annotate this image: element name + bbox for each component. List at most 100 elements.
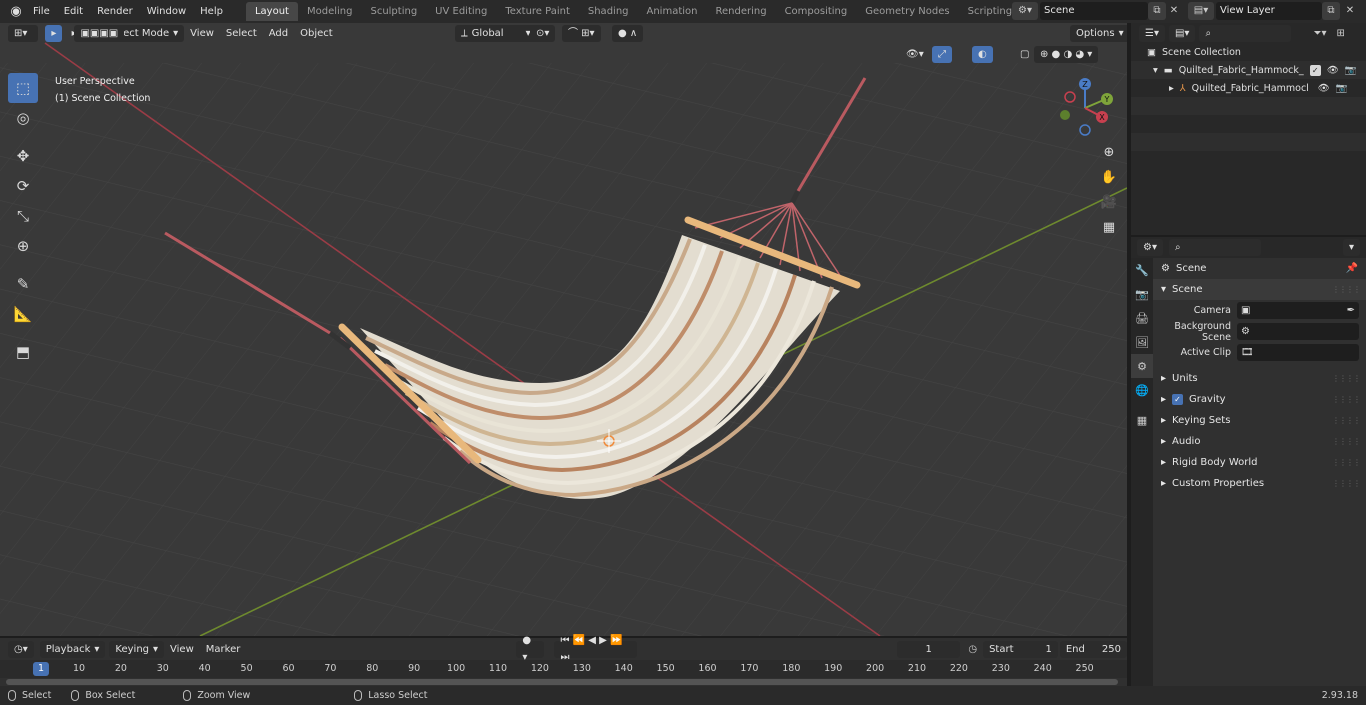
drag-handle-icon[interactable]: ⋮⋮⋮⋮ bbox=[1332, 437, 1361, 446]
rigid-body-world-panel[interactable]: ▸ Rigid Body World ⋮⋮⋮⋮ bbox=[1153, 452, 1366, 473]
view-layer-selector-icon[interactable]: ▤▾ bbox=[1188, 2, 1214, 20]
drag-handle-icon[interactable]: ⋮⋮⋮⋮ bbox=[1332, 458, 1361, 467]
outliner[interactable]: ☰▾ ▤▾ ⌕ ⏷▾ ⊞ ▣ Scene Collection ▾ ▬ Quil… bbox=[1131, 23, 1366, 235]
cursor-tool-icon[interactable]: ◎ bbox=[8, 103, 38, 133]
viewport-menu-object[interactable]: Object bbox=[294, 25, 339, 42]
tab-animation[interactable]: Animation bbox=[638, 2, 707, 21]
view-layer-tab-icon[interactable]: 🖼 bbox=[1131, 330, 1153, 354]
properties-options-icon[interactable]: ▾ bbox=[1342, 239, 1360, 256]
blender-logo-icon[interactable]: ◉ bbox=[6, 2, 26, 22]
gravity-checkbox[interactable]: ✓ bbox=[1172, 394, 1184, 405]
scene-panel-header[interactable]: ▾ Scene ⋮⋮⋮⋮ bbox=[1153, 279, 1366, 300]
menu-window[interactable]: Window bbox=[140, 0, 193, 23]
texture-tab-icon[interactable]: ▦ bbox=[1131, 408, 1153, 432]
camera-view-icon[interactable]: 🎥 bbox=[1098, 191, 1120, 213]
timeline-scrollbar[interactable] bbox=[6, 679, 1118, 685]
delete-view-layer-icon[interactable]: ✕ bbox=[1342, 2, 1358, 20]
active-clip-field[interactable]: 🎞 bbox=[1237, 344, 1359, 361]
tab-texture-paint[interactable]: Texture Paint bbox=[496, 2, 579, 21]
tab-layout[interactable]: Layout bbox=[245, 2, 298, 21]
visibility-icon[interactable]: 👁▾ bbox=[900, 46, 930, 63]
new-scene-icon[interactable]: ⧉ bbox=[1148, 2, 1166, 20]
editor-type-icon[interactable]: ⊞▾ bbox=[8, 25, 34, 42]
outliner-object-row[interactable]: ▸ ⅄ Quilted_Fabric_Hammocl 👁 📷 bbox=[1131, 79, 1366, 97]
disclosure-triangle-icon[interactable]: ▸ bbox=[1169, 83, 1174, 94]
keying-menu[interactable]: Keying ▾ bbox=[109, 640, 165, 658]
outliner-editor-type-icon[interactable]: ☰▾ bbox=[1139, 24, 1165, 42]
scene-name-field[interactable]: Scene bbox=[1040, 2, 1148, 20]
background-scene-field[interactable]: ⚙ bbox=[1237, 323, 1359, 340]
scale-tool-icon[interactable]: ⤡ bbox=[8, 201, 38, 231]
outliner-scene-collection[interactable]: ▣ Scene Collection bbox=[1131, 43, 1366, 61]
outliner-search-input[interactable]: ⌕ bbox=[1199, 24, 1292, 42]
overlay-toggle-icon[interactable]: ◐ bbox=[972, 46, 993, 63]
3d-viewport[interactable]: ⬚ ▾ ▸ ▣ Object Mode ▾ View Select Add Ob… bbox=[0, 23, 1127, 636]
eyedropper-icon[interactable]: ✒ bbox=[1347, 305, 1355, 316]
scene-tab-icon[interactable]: ⚙ bbox=[1131, 354, 1153, 378]
xray-toggle-icon[interactable]: ▢ bbox=[1014, 46, 1035, 63]
options-dropdown[interactable]: Options ▾ bbox=[1070, 25, 1127, 42]
new-collection-icon[interactable]: ⊞ bbox=[1336, 28, 1344, 39]
tab-compositing[interactable]: Compositing bbox=[776, 2, 857, 21]
properties-search-input[interactable]: ⌕ bbox=[1168, 239, 1261, 256]
pan-hand-icon[interactable]: ✋ bbox=[1098, 166, 1120, 188]
drag-handle-icon[interactable]: ⋮⋮⋮⋮ bbox=[1332, 416, 1361, 425]
drag-handle-icon[interactable]: ⋮⋮⋮⋮ bbox=[1332, 285, 1361, 294]
output-tab-icon[interactable]: 🖨 bbox=[1131, 306, 1153, 330]
viewport-menu-view[interactable]: View bbox=[184, 25, 220, 42]
drag-handle-icon[interactable]: ⋮⋮⋮⋮ bbox=[1332, 479, 1361, 488]
menu-file[interactable]: File bbox=[26, 0, 57, 23]
audio-panel[interactable]: ▸ Audio ⋮⋮⋮⋮ bbox=[1153, 431, 1366, 452]
timeline-menu-view[interactable]: View bbox=[164, 641, 200, 658]
add-cube-tool-icon[interactable]: ⬒ bbox=[8, 337, 38, 367]
drag-handle-icon[interactable]: ⋮⋮⋮⋮ bbox=[1332, 374, 1361, 383]
select-box-tool-icon[interactable]: ⬚ bbox=[8, 73, 38, 103]
display-mode-icon[interactable]: ▤▾ bbox=[1168, 24, 1196, 42]
tab-sculpting[interactable]: Sculpting bbox=[361, 2, 426, 21]
exclude-checkbox[interactable]: ✓ bbox=[1309, 64, 1321, 76]
eye-icon[interactable]: 👁 bbox=[1318, 83, 1330, 94]
end-frame-field[interactable]: End 250 bbox=[1059, 640, 1127, 658]
disclosure-triangle-icon[interactable]: ▾ bbox=[1153, 65, 1158, 76]
rotate-tool-icon[interactable]: ⟳ bbox=[8, 171, 38, 201]
menu-help[interactable]: Help bbox=[193, 0, 230, 23]
viewport-menu-select[interactable]: Select bbox=[220, 25, 263, 42]
tweak-tool-icon[interactable]: ▸ bbox=[45, 25, 63, 42]
custom-properties-panel[interactable]: ▸ Custom Properties ⋮⋮⋮⋮ bbox=[1153, 473, 1366, 494]
menu-edit[interactable]: Edit bbox=[57, 0, 90, 23]
gravity-panel[interactable]: ▸ ✓ Gravity ⋮⋮⋮⋮ bbox=[1153, 389, 1366, 410]
view-layer-field[interactable]: View Layer bbox=[1216, 2, 1322, 20]
pin-icon[interactable]: 📌 bbox=[1346, 263, 1358, 274]
pivot-point-dropdown[interactable]: ⊙▾ bbox=[530, 25, 556, 42]
delete-scene-icon[interactable]: ✕ bbox=[1166, 2, 1182, 20]
ortho-grid-icon[interactable]: ▦ bbox=[1098, 216, 1120, 238]
current-frame-indicator[interactable]: 1 bbox=[32, 662, 50, 676]
annotate-tool-icon[interactable]: ✎ bbox=[8, 269, 38, 299]
zoom-icon[interactable]: ⊕ bbox=[1098, 141, 1120, 163]
keying-sets-panel[interactable]: ▸ Keying Sets ⋮⋮⋮⋮ bbox=[1153, 410, 1366, 431]
current-frame-field[interactable]: 1 bbox=[897, 640, 961, 658]
timeline-editor-type-icon[interactable]: ◷▾ bbox=[8, 640, 34, 658]
transform-orientation-dropdown[interactable]: ⟂ Global ▾ bbox=[455, 25, 537, 42]
move-tool-icon[interactable]: ✥ bbox=[8, 141, 38, 171]
camera-icon[interactable]: 📷 bbox=[1336, 83, 1348, 94]
filter-icon[interactable]: ⏷▾ bbox=[1313, 28, 1326, 39]
new-view-layer-icon[interactable]: ⧉ bbox=[1322, 2, 1340, 20]
preview-range-icon[interactable]: ◷ bbox=[968, 644, 977, 655]
start-frame-field[interactable]: Start 1 bbox=[983, 640, 1058, 658]
drag-handle-icon[interactable]: ⋮⋮⋮⋮ bbox=[1332, 395, 1361, 404]
transform-tool-icon[interactable]: ⊕ bbox=[8, 231, 38, 261]
playback-controls[interactable]: ⏮ ⏪ ◀ ▶ ⏩ ⏭ bbox=[554, 635, 637, 663]
frame-ruler[interactable]: 1 10 20 30 40 50 60 70 80 90 100 110 120 130 140 150 160… bbox=[0, 660, 1127, 678]
viewport-menu-add[interactable]: Add bbox=[263, 25, 294, 42]
tab-geometry-nodes[interactable]: Geometry Nodes bbox=[856, 2, 958, 21]
snap-toggle[interactable]: ⌒ ⊞▾ bbox=[562, 25, 601, 42]
render-tab-icon[interactable]: 📷 bbox=[1131, 282, 1153, 306]
tab-modeling[interactable]: Modeling bbox=[298, 2, 362, 21]
camera-icon[interactable]: 📷 bbox=[1345, 65, 1357, 76]
units-panel[interactable]: ▸ Units ⋮⋮⋮⋮ bbox=[1153, 368, 1366, 389]
properties-editor-type-icon[interactable]: ⚙▾ bbox=[1137, 239, 1163, 256]
tab-uv-editing[interactable]: UV Editing bbox=[426, 2, 496, 21]
properties-editor[interactable]: ⚙▾ ⌕ ▾ 🔧 📷 🖨 🖼 ⚙ 🌐 ▦ ⚙ Scene 📌 ▾ Scene ⋮… bbox=[1131, 237, 1366, 686]
eye-icon[interactable]: 👁 bbox=[1327, 65, 1339, 76]
